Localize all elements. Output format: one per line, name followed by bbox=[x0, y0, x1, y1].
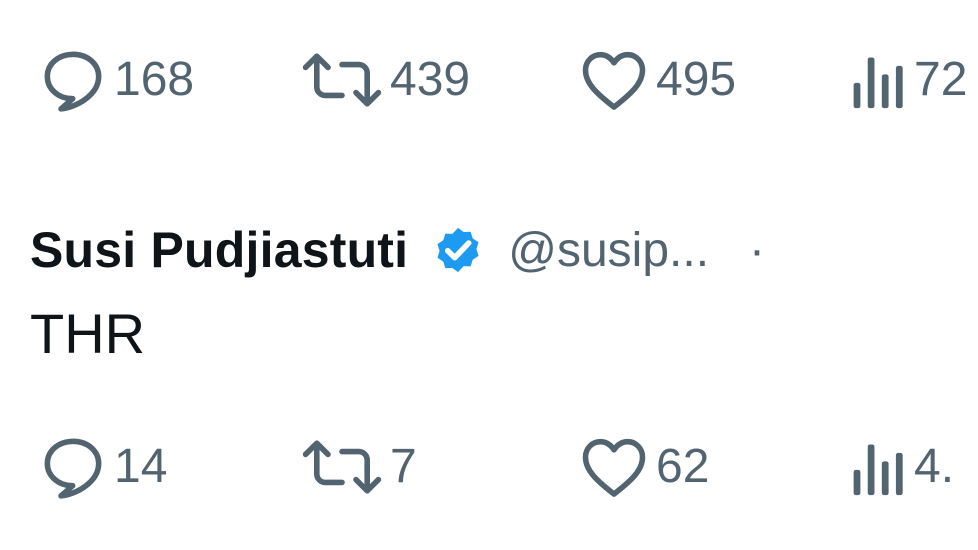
views-count: 72 bbox=[914, 53, 968, 106]
views-count: 4. bbox=[914, 440, 955, 493]
retweet-button[interactable]: 7 bbox=[300, 427, 417, 507]
views-icon bbox=[850, 436, 908, 498]
like-icon bbox=[578, 435, 650, 499]
views-button[interactable]: 72 bbox=[850, 40, 967, 120]
reply-button[interactable]: 168 bbox=[38, 40, 194, 120]
verified-badge-icon bbox=[430, 222, 486, 278]
like-count: 62 bbox=[656, 440, 710, 493]
retweet-icon bbox=[300, 49, 384, 111]
reply-count: 168 bbox=[114, 53, 195, 106]
tweet-actions: 14 7 62 4. bbox=[0, 427, 978, 507]
like-count: 495 bbox=[656, 53, 737, 106]
retweet-count: 7 bbox=[390, 440, 417, 493]
reply-count: 14 bbox=[114, 440, 168, 493]
tweet-text: THR bbox=[30, 302, 146, 365]
tweet-actions-top: 168 439 495 72 bbox=[0, 40, 978, 120]
retweet-button[interactable]: 439 bbox=[300, 40, 470, 120]
like-button[interactable]: 495 bbox=[578, 40, 736, 120]
author-handle[interactable]: @susip... bbox=[508, 223, 709, 278]
reply-icon bbox=[38, 432, 108, 502]
like-button[interactable]: 62 bbox=[578, 427, 709, 507]
reply-button[interactable]: 14 bbox=[38, 427, 167, 507]
retweet-count: 439 bbox=[390, 53, 471, 106]
reply-icon bbox=[38, 45, 108, 115]
separator-dot: · bbox=[749, 223, 766, 277]
author-name[interactable]: Susi Pudjiastuti bbox=[30, 221, 408, 279]
retweet-icon bbox=[300, 436, 384, 498]
views-icon bbox=[850, 49, 908, 111]
views-button[interactable]: 4. bbox=[850, 427, 954, 507]
tweet-header: Susi Pudjiastuti @susip... · bbox=[30, 215, 765, 285]
like-icon bbox=[578, 48, 650, 112]
